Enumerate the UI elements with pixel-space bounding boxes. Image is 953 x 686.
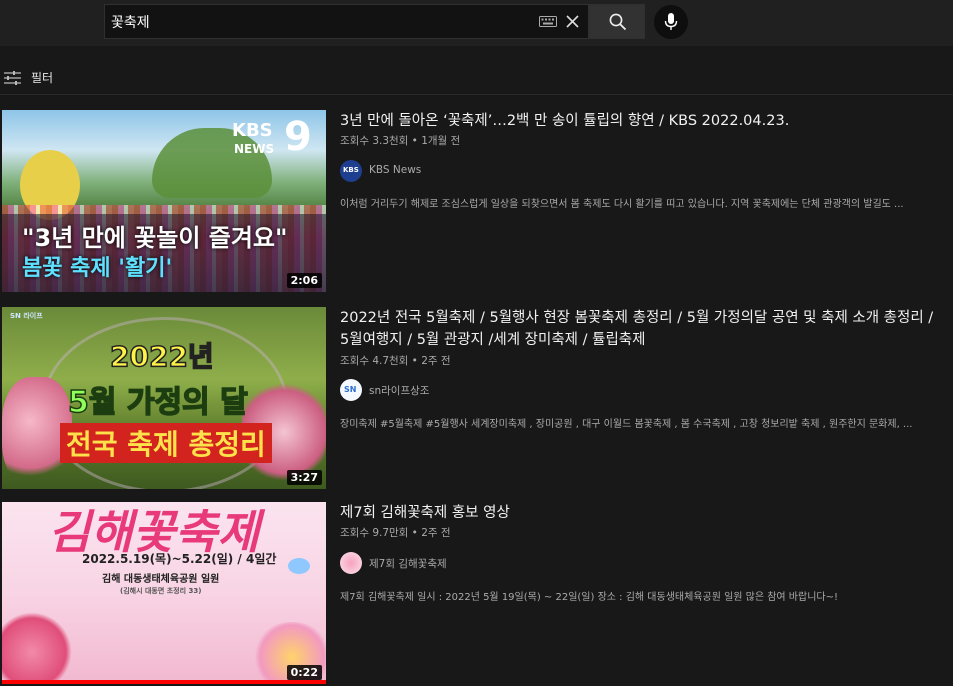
thumb-caption-line2: 전국 축제 총정리 [60, 423, 272, 463]
search-button[interactable] [589, 4, 645, 39]
avatar: SN [340, 379, 362, 401]
upload-age: 1개월 전 [421, 135, 461, 147]
avatar [340, 552, 362, 574]
flower-decoration [2, 612, 72, 684]
thumb-caption-line1: "3년 만에 꽃놀이 즐겨요" [22, 224, 288, 252]
video-meta: 조회수 4.7천회 • 2주 전 [340, 355, 451, 367]
progress-bar [2, 680, 326, 684]
close-icon[interactable] [565, 14, 580, 29]
view-count: 조회수 9.7만회 [340, 527, 409, 539]
logo-kbs: KBS [232, 120, 273, 141]
video-meta: 조회수 3.3천회 • 1개월 전 [340, 135, 461, 147]
video-meta: 조회수 9.7만회 • 2주 전 [340, 527, 451, 539]
view-count: 조회수 3.3천회 [340, 135, 409, 147]
video-thumbnail[interactable]: SN 라이프 2022년 5월 가정의 달 전국 축제 총정리 3:27 [2, 307, 326, 489]
video-description: 이처럼 거리두기 해제로 조심스럽게 일상을 되찾으면서 봄 축제도 다시 활기… [340, 199, 904, 210]
channel-name: KBS News [369, 164, 422, 176]
avatar: KBS [340, 160, 362, 182]
kbs-news9-logo: KBS NEWS 9 [230, 114, 318, 160]
video-duration: 2:06 [286, 273, 322, 288]
search-input[interactable] [105, 5, 525, 38]
keyboard-icon[interactable] [539, 16, 557, 27]
thumb-caption-line2: 봄꽃 축제 '활기' [22, 256, 173, 281]
thumb-address: (김해시 대동면 초정리 33) [120, 587, 202, 595]
video-thumbnail[interactable]: 김해꽃축제 2022.5.19(목)~5.22(일) / 4일간 김해 대동생태… [2, 502, 326, 684]
divider [0, 94, 953, 95]
search-icon [609, 13, 627, 31]
filter-row[interactable]: 필터 [0, 66, 953, 90]
upload-age: 2주 전 [421, 355, 451, 367]
butterfly-decoration [288, 558, 310, 574]
voice-search-button[interactable] [654, 5, 688, 39]
avatar-mark: SN [344, 385, 357, 394]
search-box[interactable] [104, 4, 589, 39]
video-title[interactable]: 3년 만에 돌아온 ‘꽃축제’…2백 만 송이 튤립의 향연 / KBS 202… [340, 110, 945, 132]
thumb-caption-line1: 5월 가정의 달 [67, 384, 248, 421]
avatar-mark: KBS [343, 166, 359, 174]
video-duration: 3:27 [286, 470, 322, 485]
video-title[interactable]: 2022년 전국 5월축제 / 5월행사 현장 봄꽃축제 총정리 / 5월 가정… [340, 307, 945, 351]
filter-sliders-icon [4, 71, 21, 85]
thumb-year: 2022년 [109, 339, 214, 374]
filter-label: 필터 [31, 71, 54, 85]
logo-news: NEWS [234, 142, 275, 156]
video-description: 제7회 김해꽃축제 일시 : 2022년 5월 19일(목) ~ 22일(일) … [340, 592, 838, 603]
video-description: 장미축제 #5월축제 #5월행사 세계장미축제 , 장미공원 , 대구 이월드 … [340, 419, 913, 430]
video-title[interactable]: 제7회 김해꽃축제 홍보 영상 [340, 502, 945, 524]
view-count: 조회수 4.7천회 [340, 355, 409, 367]
video-duration: 0:22 [286, 665, 322, 680]
upload-age: 2주 전 [421, 527, 451, 539]
mic-icon [664, 13, 678, 30]
thumb-dates: 2022.5.19(목)~5.22(일) / 4일간 [82, 552, 277, 566]
thumb-venue: 김해 대동생태체육공원 일원 [102, 574, 220, 585]
logo-nine: 9 [284, 114, 312, 160]
channel-name: 제7회 김해꽃축제 [369, 558, 447, 570]
top-bar [0, 0, 953, 46]
channel-name: sn라이프상조 [369, 385, 430, 397]
channel-watermark: SN 라이프 [10, 312, 43, 320]
video-thumbnail[interactable]: KBS NEWS 9 "3년 만에 꽃놀이 즐겨요" 봄꽃 축제 '활기' 2:… [2, 110, 326, 292]
